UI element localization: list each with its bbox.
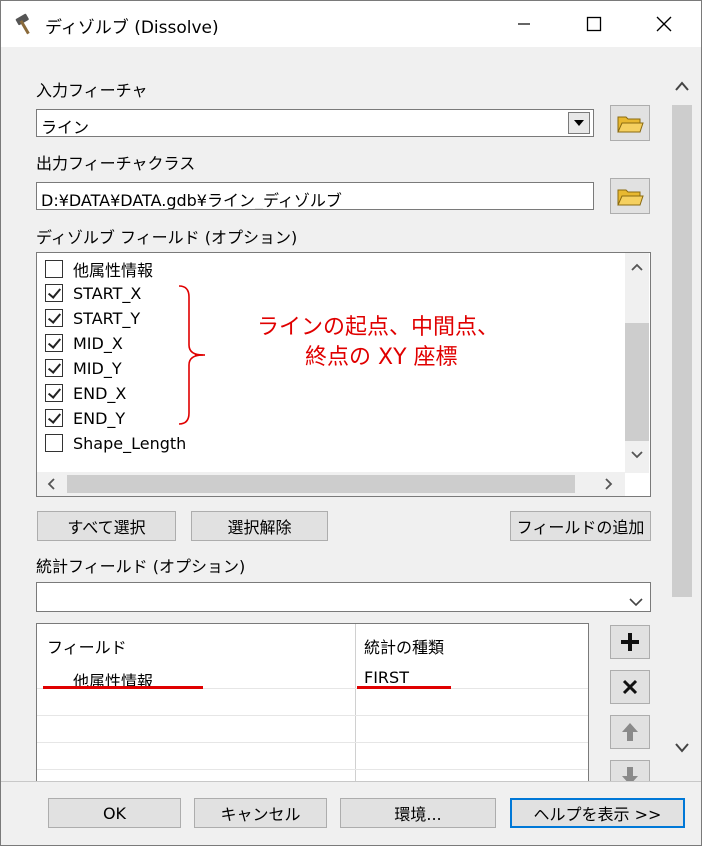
input-features-dropdown-button[interactable] xyxy=(568,112,590,134)
table-row[interactable]: 他属性情報 FIRST xyxy=(37,662,588,691)
field-label: START_X xyxy=(73,283,142,303)
checkbox[interactable] xyxy=(45,260,63,278)
output-feature-class-label: 出力フィーチャクラス xyxy=(36,154,196,173)
list-item[interactable]: START_X xyxy=(45,281,141,305)
minimize-button[interactable] xyxy=(489,1,559,47)
plus-icon xyxy=(621,633,639,651)
arrow-up-icon xyxy=(622,723,638,741)
input-features-value: ライン xyxy=(41,118,90,137)
field-label: END_X xyxy=(73,383,127,403)
chevron-down-icon[interactable] xyxy=(629,592,643,611)
brace-annotation xyxy=(178,285,205,425)
scrollbar-thumb[interactable] xyxy=(672,105,692,597)
list-scroll-left-icon[interactable] xyxy=(43,476,59,492)
browse-input-button[interactable] xyxy=(610,105,650,141)
list-scrollbar-thumb[interactable] xyxy=(625,323,649,441)
field-label: Shape_Length xyxy=(73,433,187,453)
list-item[interactable]: Shape_Length xyxy=(45,431,186,455)
checkbox[interactable] xyxy=(45,309,63,327)
close-button[interactable] xyxy=(629,1,699,47)
list-item[interactable]: MID_X xyxy=(45,331,123,355)
checkbox[interactable] xyxy=(45,334,63,352)
output-feature-class-field[interactable]: D:¥DATA¥DATA.gdb¥ライン_ディゾルブ xyxy=(36,182,594,210)
list-item[interactable]: START_Y xyxy=(45,306,140,330)
list-item[interactable]: MID_Y xyxy=(45,356,122,380)
minimize-icon xyxy=(518,23,530,25)
cancel-button[interactable]: キャンセル xyxy=(194,798,327,828)
list-scroll-up-icon[interactable] xyxy=(629,259,645,275)
table-row[interactable] xyxy=(37,743,588,770)
list-item[interactable]: END_X xyxy=(45,381,126,405)
folder-icon xyxy=(617,189,644,206)
dialog-scrollbar[interactable] xyxy=(670,63,694,773)
statistics-table: フィールド 統計の種類 他属性情報 FIRST xyxy=(36,623,589,783)
list-scroll-down-icon[interactable] xyxy=(629,447,645,463)
delete-icon xyxy=(622,679,638,695)
maximize-icon xyxy=(586,16,602,32)
window-title: ディゾルブ (Dissolve) xyxy=(45,18,219,38)
header-field: フィールド xyxy=(47,638,127,657)
checkbox[interactable] xyxy=(45,359,63,377)
close-icon xyxy=(656,16,672,32)
header-statistic-type: 統計の種類 xyxy=(364,638,445,657)
add-row-button[interactable] xyxy=(610,625,650,659)
ok-button[interactable]: OK xyxy=(48,798,181,828)
dissolve-dialog: ディゾルブ (Dissolve) 入力フィーチャ ライン 出力フィーチャクラス … xyxy=(0,0,702,846)
move-down-button[interactable] xyxy=(610,760,650,782)
checkbox[interactable] xyxy=(45,434,63,452)
table-row[interactable] xyxy=(37,689,588,716)
annotation-text-line1: ラインの起点、中間点、 xyxy=(257,315,500,340)
list-vscrollbar[interactable] xyxy=(625,253,649,473)
checkbox[interactable] xyxy=(45,284,63,302)
arrow-down-icon xyxy=(622,767,638,781)
scroll-down-icon[interactable] xyxy=(672,737,692,759)
annotation-text-line2: 終点の XY 座標 xyxy=(305,345,458,370)
output-feature-class-value: D:¥DATA¥DATA.gdb¥ライン_ディゾルブ xyxy=(41,191,342,210)
dissolve-fields-label: ディゾルブ フィールド (オプション) xyxy=(36,228,298,247)
environments-button[interactable]: 環境... xyxy=(340,798,496,828)
field-label: END_Y xyxy=(73,408,126,428)
checkbox[interactable] xyxy=(45,384,63,402)
list-scroll-right-icon[interactable] xyxy=(601,476,617,492)
dialog-button-bar: OK キャンセル 環境... ヘルプを表示 >> xyxy=(1,781,701,845)
dropdown-arrow-icon xyxy=(574,120,584,126)
table-header: フィールド 統計の種類 xyxy=(37,624,588,657)
list-item[interactable]: END_Y xyxy=(45,406,125,430)
folder-icon xyxy=(617,116,644,133)
maximize-button[interactable] xyxy=(559,1,629,47)
select-all-button[interactable]: すべて選択 xyxy=(37,511,176,541)
move-up-button[interactable] xyxy=(610,715,650,749)
browse-output-button[interactable] xyxy=(610,178,650,214)
title-bar: ディゾルブ (Dissolve) xyxy=(1,1,701,47)
field-label: START_Y xyxy=(73,308,141,328)
hammer-icon xyxy=(13,11,39,37)
input-features-dropdown[interactable]: ライン xyxy=(36,109,594,137)
field-label: 他属性情報 xyxy=(73,261,154,280)
dissolve-fields-list: 他属性情報 START_X START_Y MID_X MID_Y END_X … xyxy=(36,252,651,497)
field-label: MID_Y xyxy=(73,358,122,378)
statistics-field-dropdown[interactable] xyxy=(36,582,651,612)
list-hscrollbar[interactable] xyxy=(37,472,625,496)
clear-all-button[interactable]: 選択解除 xyxy=(191,511,328,541)
delete-row-button[interactable] xyxy=(610,670,650,704)
table-row[interactable] xyxy=(37,716,588,743)
statistics-fields-label: 統計フィールド (オプション) xyxy=(36,557,246,576)
field-label: MID_X xyxy=(73,333,123,353)
list-item[interactable]: 他属性情報 xyxy=(45,257,153,281)
add-field-button[interactable]: フィールドの追加 xyxy=(510,511,651,541)
scroll-up-icon[interactable] xyxy=(672,75,692,97)
list-hscrollbar-thumb[interactable] xyxy=(67,475,575,493)
input-features-label: 入力フィーチャ xyxy=(36,81,148,100)
checkbox[interactable] xyxy=(45,409,63,427)
show-help-button[interactable]: ヘルプを表示 >> xyxy=(510,798,685,828)
